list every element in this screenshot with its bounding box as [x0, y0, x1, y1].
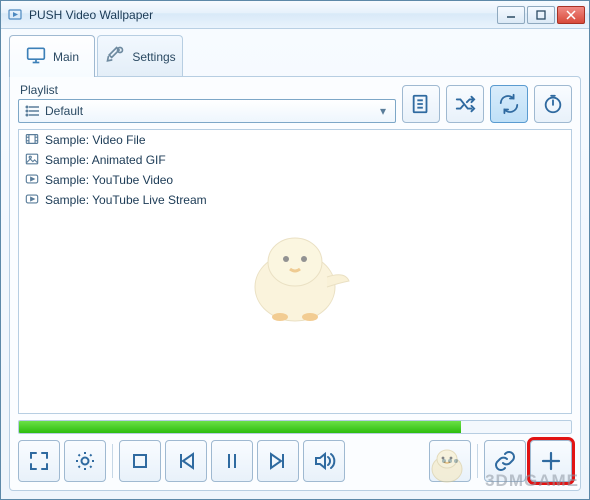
list-item-label: Sample: YouTube Live Stream — [45, 193, 207, 207]
progress-fill — [19, 421, 461, 433]
playlist-label: Playlist — [20, 83, 396, 97]
film-icon — [25, 132, 39, 149]
watermark-mascot — [230, 217, 360, 337]
link-button[interactable] — [484, 440, 526, 482]
stop-button[interactable] — [119, 440, 161, 482]
repeat-button[interactable] — [490, 85, 528, 123]
more-button[interactable] — [429, 440, 471, 482]
playlist-listbox[interactable]: Sample: Video File Sample: Animated GIF … — [18, 129, 572, 414]
list-item-label: Sample: Animated GIF — [45, 153, 166, 167]
client-area: Main Settings Playlist Default — [1, 29, 589, 499]
volume-button[interactable] — [303, 440, 345, 482]
fullscreen-button[interactable] — [18, 440, 60, 482]
tab-settings-label: Settings — [132, 50, 175, 64]
tab-strip: Main Settings — [9, 35, 581, 77]
separator — [477, 444, 478, 478]
timer-button[interactable] — [534, 85, 572, 123]
tab-main[interactable]: Main — [9, 35, 95, 77]
app-icon — [7, 7, 23, 23]
list-item[interactable]: Sample: YouTube Video — [19, 170, 571, 190]
next-button[interactable] — [257, 440, 299, 482]
pause-button[interactable] — [211, 440, 253, 482]
shuffle-button[interactable] — [446, 85, 484, 123]
list-item-label: Sample: Video File — [45, 133, 146, 147]
tab-main-label: Main — [53, 50, 79, 64]
minimize-button[interactable] — [497, 6, 525, 24]
tools-icon — [104, 45, 126, 68]
playlist-selected: Default — [45, 104, 375, 118]
main-panel: Playlist Default ▾ — [9, 76, 581, 491]
tab-settings[interactable]: Settings — [97, 35, 183, 77]
chevron-down-icon: ▾ — [375, 104, 391, 118]
list-icon — [25, 103, 41, 119]
settings-button[interactable] — [64, 440, 106, 482]
progress-bar[interactable] — [18, 420, 572, 434]
youtube-icon — [25, 192, 39, 209]
maximize-button[interactable] — [527, 6, 555, 24]
separator — [112, 444, 113, 478]
add-button[interactable] — [530, 440, 572, 482]
window-title: PUSH Video Wallpaper — [29, 8, 495, 22]
image-icon — [25, 152, 39, 169]
list-item[interactable]: Sample: Video File — [19, 130, 571, 150]
titlebar: PUSH Video Wallpaper — [1, 1, 589, 29]
playlist-select[interactable]: Default ▾ — [18, 99, 396, 123]
list-item[interactable]: Sample: YouTube Live Stream — [19, 190, 571, 210]
monitor-icon — [25, 45, 47, 68]
bottom-toolbar — [18, 440, 572, 482]
playlist-row: Playlist Default ▾ — [18, 83, 572, 123]
youtube-icon — [25, 172, 39, 189]
window: PUSH Video Wallpaper Main Settings — [0, 0, 590, 500]
list-item[interactable]: Sample: Animated GIF — [19, 150, 571, 170]
playlist-manage-button[interactable] — [402, 85, 440, 123]
list-item-label: Sample: YouTube Video — [45, 173, 173, 187]
previous-button[interactable] — [165, 440, 207, 482]
close-button[interactable] — [557, 6, 585, 24]
